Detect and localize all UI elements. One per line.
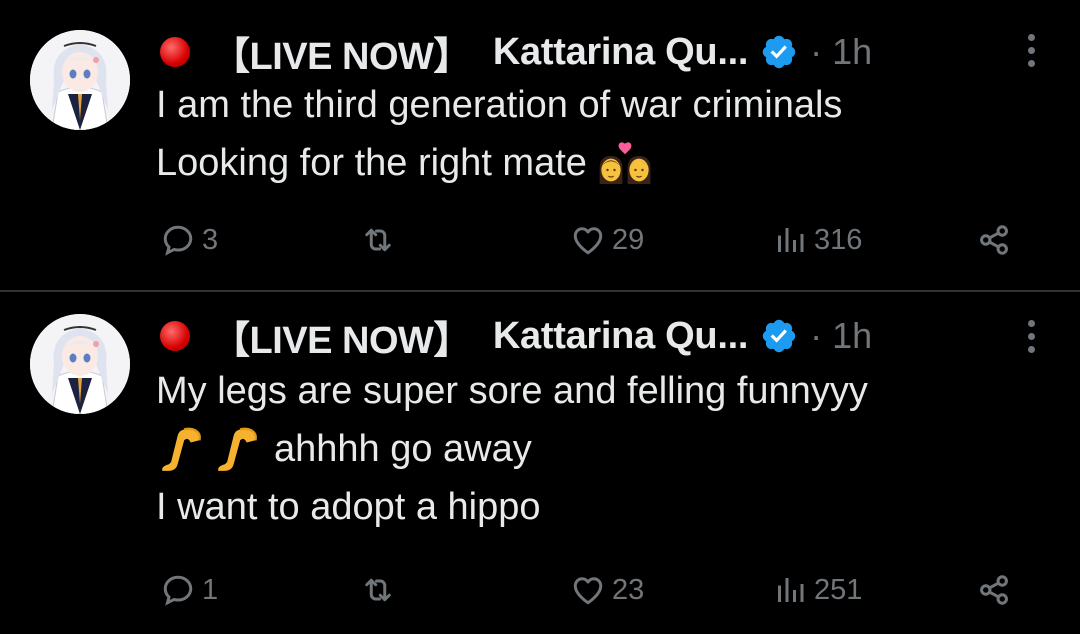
share-button[interactable]	[976, 222, 1012, 258]
red-circle-emoji	[160, 321, 190, 351]
reply-icon	[160, 572, 196, 608]
repost-icon	[360, 572, 396, 608]
timestamp[interactable]: · 1h	[810, 315, 872, 357]
reply-button[interactable]: 1	[160, 572, 218, 608]
more-options-icon[interactable]	[1028, 34, 1036, 68]
tweet-text: I am the third generation of war crimina…	[156, 76, 842, 192]
timestamp[interactable]: · 1h	[810, 31, 872, 73]
views-icon	[772, 572, 808, 608]
reply-count: 3	[202, 223, 219, 256]
like-count: 23	[612, 573, 645, 606]
author-name[interactable]: Kattarina Qu...	[493, 31, 749, 74]
tweet-text-line: My legs are super sore and felling funny…	[156, 370, 868, 412]
tweet-header: 【LIVE NOW】 Kattarina Qu... · 1h	[156, 24, 872, 80]
views-button[interactable]: 251	[772, 572, 862, 608]
heart-icon	[570, 222, 606, 258]
like-button[interactable]: 29	[570, 222, 644, 258]
views-button[interactable]: 316	[772, 222, 862, 258]
live-label: 【LIVE NOW】	[212, 35, 471, 78]
tweet-text-line-2: ahhhh go away	[156, 420, 868, 478]
leg-emoji	[216, 425, 260, 473]
tweet-text: My legs are super sore and felling funny…	[156, 362, 868, 536]
tweet-2[interactable]: 【LIVE NOW】 Kattarina Qu... · 1h My legs …	[0, 290, 1080, 634]
share-icon	[976, 222, 1012, 258]
reply-icon	[160, 222, 196, 258]
verified-badge-icon	[760, 33, 798, 71]
avatar[interactable]	[30, 30, 130, 130]
more-options-icon[interactable]	[1028, 320, 1036, 354]
reply-count: 1	[202, 573, 219, 606]
like-count: 29	[612, 223, 645, 256]
live-label: 【LIVE NOW】	[212, 319, 471, 362]
red-circle-emoji	[160, 37, 190, 67]
leg-emoji	[160, 425, 204, 473]
verified-badge-icon	[760, 317, 798, 355]
avatar-image	[30, 314, 130, 414]
views-icon	[772, 222, 808, 258]
tweet-text-line: I am the third generation of war crimina…	[156, 84, 843, 126]
tweet-text-line: ahhhh go away	[274, 428, 532, 470]
tweet-text-line: Looking for the right mate	[156, 142, 587, 184]
tweet-text-line-3: I want to adopt a hippo	[156, 486, 541, 528]
repost-button[interactable]	[360, 222, 396, 258]
repost-icon	[360, 222, 396, 258]
author-name[interactable]: Kattarina Qu...	[493, 315, 749, 358]
avatar-image	[30, 30, 130, 130]
tweet-header: 【LIVE NOW】 Kattarina Qu... · 1h	[156, 308, 872, 364]
reply-button[interactable]: 3	[160, 222, 218, 258]
action-bar: 3 29 316	[0, 222, 1080, 262]
share-button[interactable]	[976, 572, 1012, 608]
tweet-1[interactable]: 【LIVE NOW】 Kattarina Qu... · 1h I am the…	[0, 0, 1080, 290]
tweet-text-line-2: Looking for the right mate	[156, 134, 842, 192]
action-bar: 1 23 251	[0, 572, 1080, 612]
avatar[interactable]	[30, 314, 130, 414]
like-button[interactable]: 23	[570, 572, 644, 608]
repost-button[interactable]	[360, 572, 396, 608]
heart-icon	[570, 572, 606, 608]
views-count: 251	[814, 573, 863, 606]
share-icon	[976, 572, 1012, 608]
views-count: 316	[814, 223, 863, 256]
kiss-couple-emoji	[597, 142, 653, 184]
